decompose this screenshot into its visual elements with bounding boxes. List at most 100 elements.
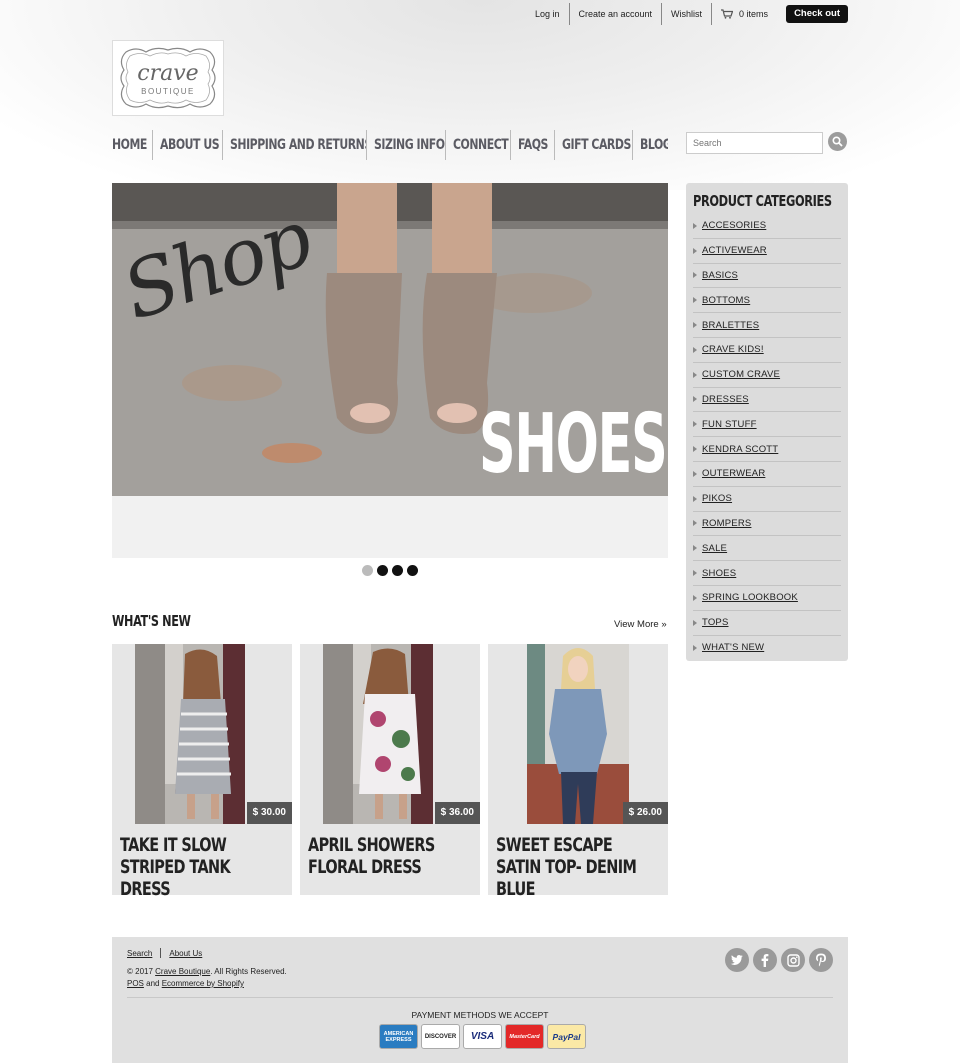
product-image[interactable] [323, 644, 433, 824]
search-input[interactable] [686, 132, 823, 154]
visa-icon: VISA [463, 1024, 502, 1049]
paypal-icon: PayPal [547, 1024, 586, 1049]
category-link[interactable]: SALE [702, 543, 727, 554]
sidebar-title: PRODUCT CATEGORIES [693, 192, 832, 210]
hero-slide[interactable]: Shop SHOES [112, 183, 668, 496]
nav-item-gift-cards[interactable]: GIFT CARDS [554, 130, 632, 160]
category-item: SALE [693, 536, 841, 562]
category-link[interactable]: OUTERWEAR [702, 468, 765, 479]
product-card[interactable]: $ 36.00 APRIL SHOWERS FLORAL DRESS [300, 644, 480, 895]
category-item: TOPS [693, 611, 841, 636]
cart-link[interactable]: 0 items [711, 3, 786, 25]
footer-copyright: © 2017 Crave Boutique. All Rights Reserv… [127, 966, 287, 990]
category-item: DRESSES [693, 388, 841, 413]
cart-icon [721, 9, 734, 19]
twitter-icon[interactable] [725, 948, 749, 972]
footer-search-link[interactable]: Search [127, 949, 152, 958]
main-nav: HOME ABOUT US SHIPPING AND RETURNS SIZING I… [112, 130, 668, 160]
nav-item-faqs[interactable]: FAQS [510, 130, 554, 160]
nav-link-label[interactable]: SHIPPING AND RETURNS [230, 137, 366, 153]
wishlist-link[interactable]: Wishlist [661, 3, 711, 25]
category-link[interactable]: CUSTOM CRAVE [702, 369, 780, 380]
category-item: ACCESORIES [693, 214, 841, 239]
slide-dot[interactable] [377, 565, 388, 576]
slide-dot[interactable] [407, 565, 418, 576]
payment-methods-title: PAYMENT METHODS WE ACCEPT [411, 1010, 549, 1020]
footer: Search About Us © 2017 Crave Boutique. A… [112, 937, 848, 1063]
category-link[interactable]: TOPS [702, 617, 729, 628]
category-list: ACCESORIES ACTIVEWEAR BASICS BOTTOMS BRALETT… [693, 214, 841, 660]
cart-count: 0 items [739, 9, 769, 19]
top-bar: Log in Create an account Wishlist 0 item… [526, 3, 848, 25]
category-link[interactable]: SHOES [702, 568, 736, 579]
category-link[interactable]: SPRING LOOKBOOK [702, 592, 798, 603]
social-links [725, 948, 833, 972]
product-name[interactable]: TAKE IT SLOW STRIPED TANK DRESS [120, 834, 280, 900]
login-link[interactable]: Log in [526, 3, 569, 25]
category-item: WHAT'S NEW [693, 636, 841, 661]
category-item: OUTERWEAR [693, 462, 841, 487]
product-image[interactable] [527, 644, 629, 824]
footer-about-link[interactable]: About Us [169, 949, 202, 958]
view-more-link[interactable]: View More » [614, 619, 667, 630]
product-grid: $ 30.00 TAKE IT SLOW STRIPED TANK DRESS … [112, 644, 668, 900]
logo-script: crave [137, 61, 198, 86]
slide-dot[interactable] [392, 565, 403, 576]
copyright-suffix: . All Rights Reserved. [210, 967, 287, 976]
category-item: ROMPERS [693, 512, 841, 537]
nav-link-label[interactable]: HOME [112, 137, 147, 153]
footer-links: Search About Us [127, 948, 202, 958]
payment-icons: AMERICAN EXPRESS DISCOVER VISA MasterCar… [379, 1024, 586, 1049]
nav-link-label[interactable]: CONNECT [453, 137, 509, 153]
nav-link-label[interactable]: BLOG [640, 137, 668, 153]
nav-item-about-us[interactable]: ABOUT US [152, 130, 222, 160]
category-link[interactable]: WHAT'S NEW [702, 642, 764, 653]
logo-frame: crave BOUTIQUE [120, 47, 216, 109]
cart[interactable]: 0 items [712, 3, 777, 25]
instagram-icon[interactable] [781, 948, 805, 972]
nav-link-label[interactable]: GIFT CARDS [562, 137, 631, 153]
category-link[interactable]: PIKOS [702, 493, 732, 504]
category-item: BRALETTES [693, 313, 841, 338]
slide-dot[interactable] [362, 565, 373, 576]
category-link[interactable]: FUN STUFF [702, 419, 757, 430]
category-link[interactable]: BOTTOMS [702, 295, 750, 306]
category-link[interactable]: ACCESORIES [702, 220, 766, 231]
pinterest-icon[interactable] [809, 948, 833, 972]
category-link[interactable]: ACTIVEWEAR [702, 245, 767, 256]
pos-link[interactable]: POS [127, 979, 144, 988]
category-link[interactable]: ROMPERS [702, 518, 751, 529]
category-item: BASICS [693, 264, 841, 289]
product-card[interactable]: $ 30.00 TAKE IT SLOW STRIPED TANK DRESS [112, 644, 292, 900]
category-link[interactable]: KENDRA SCOTT [702, 444, 778, 455]
product-categories-sidebar: PRODUCT CATEGORIES ACCESORIES ACTIVEWEAR B… [686, 183, 848, 661]
nav-item-blog[interactable]: BLOG [632, 130, 668, 160]
brand-link[interactable]: Crave Boutique [155, 967, 210, 976]
category-link[interactable]: BRALETTES [702, 320, 759, 331]
mastercard-icon: MasterCard [505, 1024, 544, 1049]
category-item: ACTIVEWEAR [693, 239, 841, 264]
footer-divider [160, 948, 162, 958]
category-item: CUSTOM CRAVE [693, 363, 841, 388]
product-name[interactable]: SWEET ESCAPE SATIN TOP- DENIM BLUE [496, 834, 656, 900]
category-link[interactable]: CRAVE KIDS! [702, 344, 764, 355]
category-link[interactable]: DRESSES [702, 394, 749, 405]
nav-link-label[interactable]: SIZING INFO [374, 137, 445, 153]
nav-link-label[interactable]: FAQS [518, 137, 548, 153]
product-image[interactable] [135, 644, 245, 824]
ecommerce-link[interactable]: Ecommerce by Shopify [162, 979, 244, 988]
facebook-icon[interactable] [753, 948, 777, 972]
category-link[interactable]: BASICS [702, 270, 738, 281]
search-button[interactable] [828, 132, 847, 151]
checkout-button[interactable]: Check out [786, 5, 848, 23]
logo[interactable]: crave BOUTIQUE [112, 40, 224, 116]
nav-item-sizing-info[interactable]: SIZING INFO [366, 130, 445, 160]
footer-divider-line [127, 997, 833, 998]
nav-link-label[interactable]: ABOUT US [160, 137, 220, 153]
nav-item-connect[interactable]: CONNECT [445, 130, 510, 160]
product-name[interactable]: APRIL SHOWERS FLORAL DRESS [308, 834, 468, 878]
nav-item-shipping-and-returns[interactable]: SHIPPING AND RETURNS [222, 130, 366, 160]
product-card[interactable]: $ 26.00 SWEET ESCAPE SATIN TOP- DENIM BL… [488, 644, 668, 900]
create-account-link[interactable]: Create an account [568, 3, 662, 25]
nav-item-home[interactable]: HOME [112, 130, 152, 160]
